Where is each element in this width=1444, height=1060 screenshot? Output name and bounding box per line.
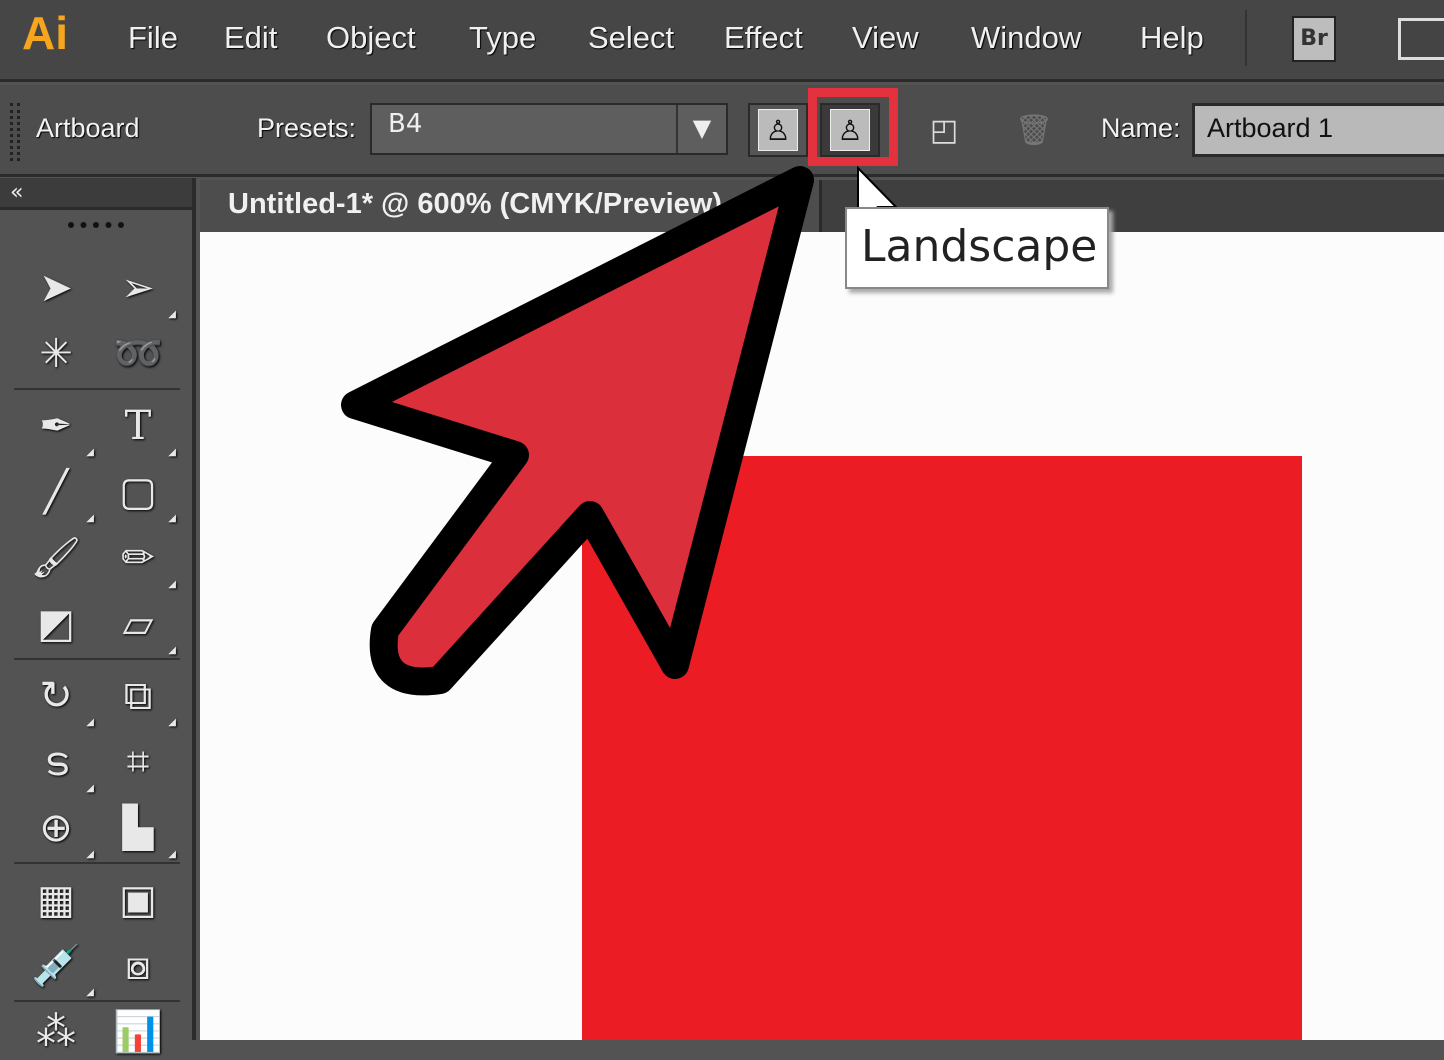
big-red-arrow-icon — [341, 166, 814, 696]
annotation-arrow — [341, 165, 899, 696]
landscape-tooltip: Landscape — [845, 207, 1109, 289]
